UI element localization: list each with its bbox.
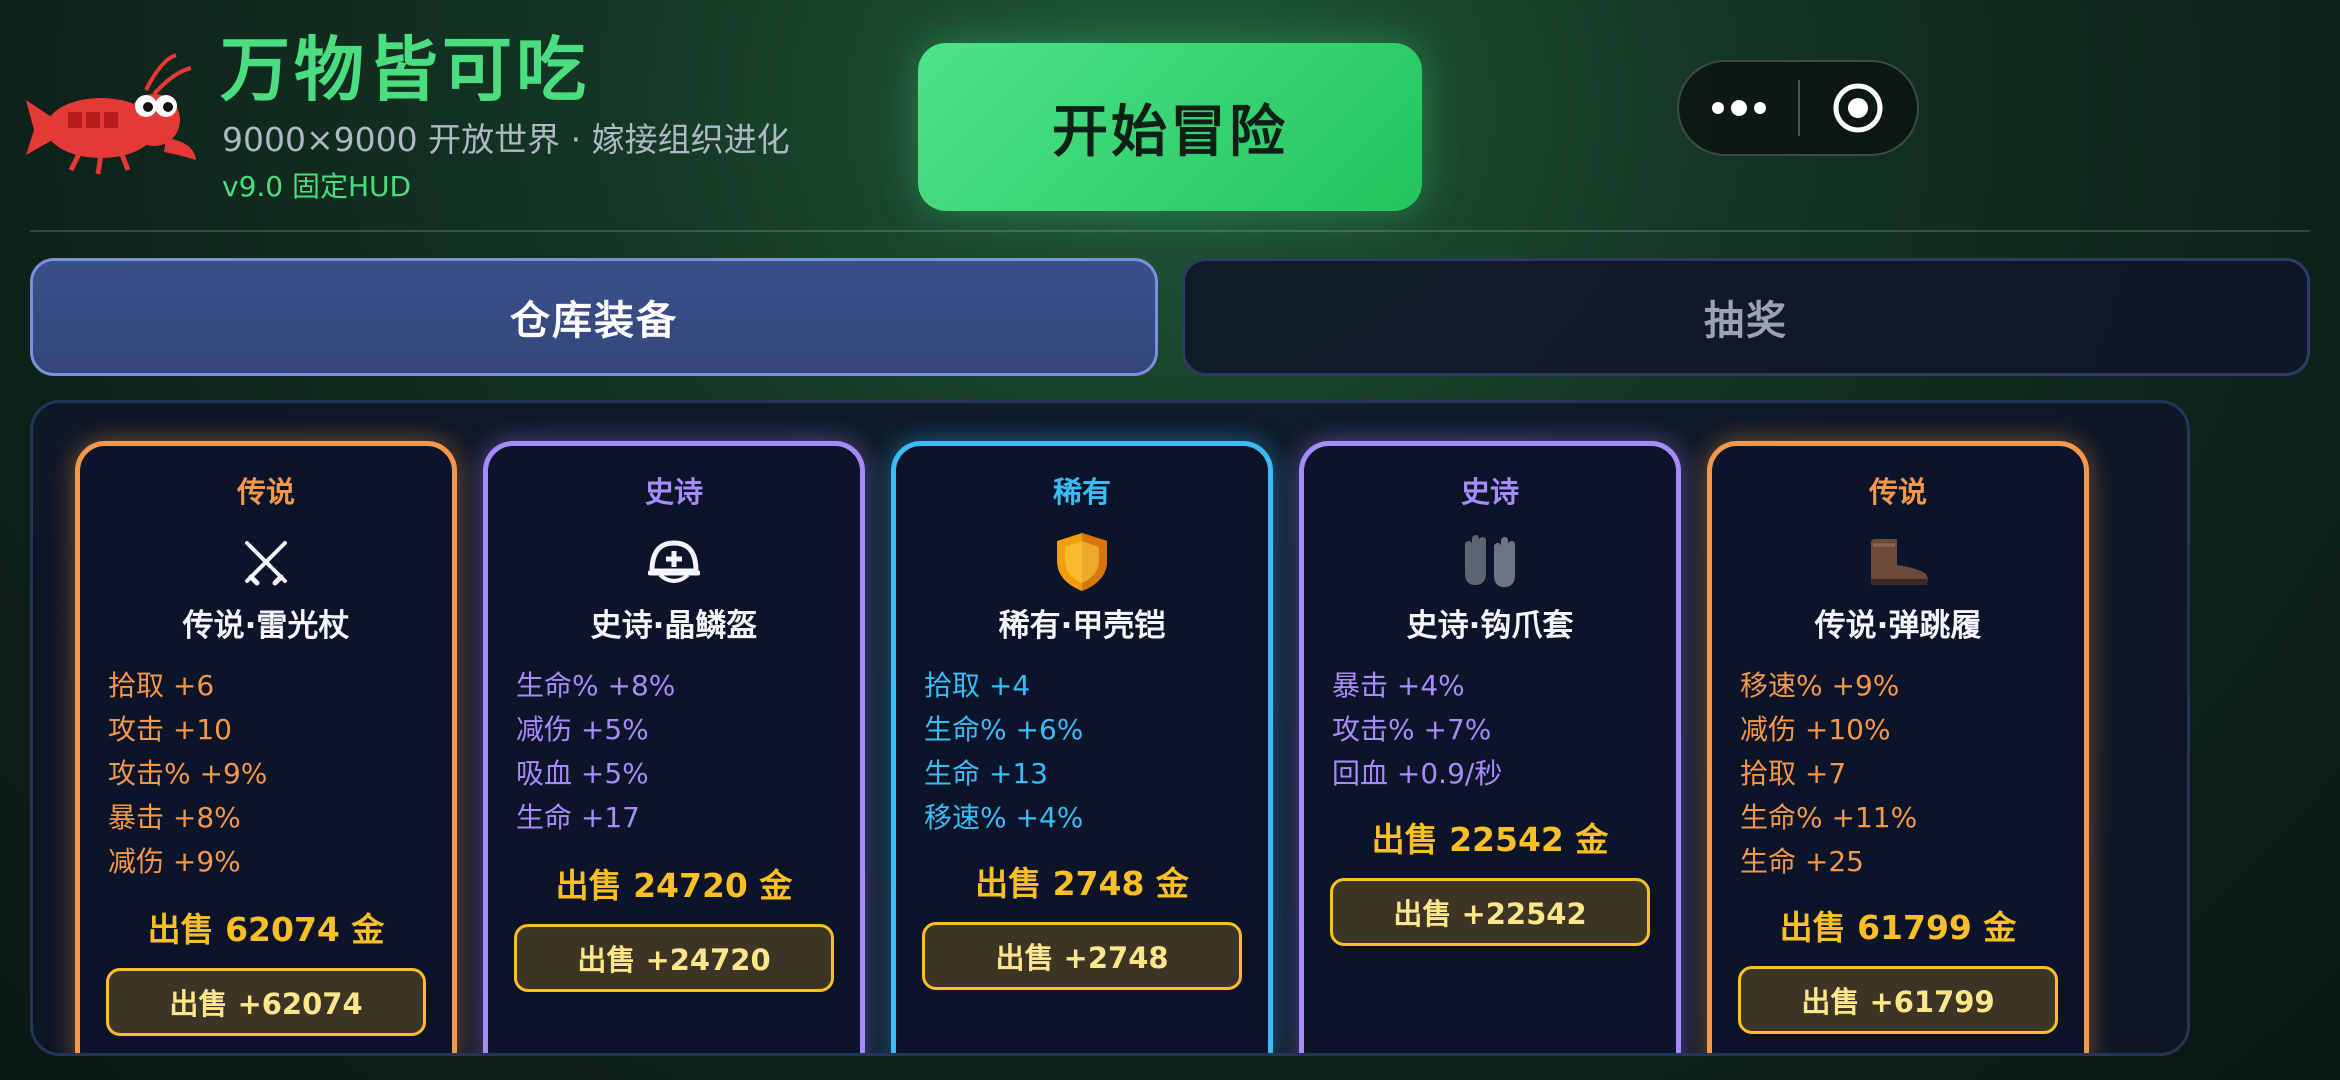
stat-line: 减伤 +10% xyxy=(1740,713,1891,746)
equipment-card: 传说 传说·雷光杖 拾取 +6 攻击 +10 攻击% +9% 暴击 +8% 减伤… xyxy=(75,441,457,1053)
rarity-label: 传说 xyxy=(1868,475,1927,509)
sell-button[interactable]: 出售 +62074 xyxy=(106,968,426,1036)
sell-price: 出售 61799 金 xyxy=(1779,908,2017,947)
item-name: 传说·雷光杖 xyxy=(182,608,350,644)
sell-price: 出售 2748 金 xyxy=(975,864,1189,903)
stat-line: 吸血 +5% xyxy=(516,757,649,790)
item-name: 史诗·钩爪套 xyxy=(1406,608,1574,644)
inventory-panel: 传说 传说·雷光杖 拾取 +6 攻击 +10 攻击% +9% 暴击 +8% 减伤… xyxy=(30,400,2190,1056)
rarity-label: 传说 xyxy=(236,475,295,509)
stats-list: 生命% +8% 减伤 +5% 吸血 +5% 生命 +17 xyxy=(516,664,840,840)
sell-button[interactable]: 出售 +24720 xyxy=(514,924,834,992)
item-name: 史诗·晶鳞盔 xyxy=(590,608,758,644)
tab-lottery[interactable]: 抽奖 xyxy=(1182,258,2310,376)
equipment-card: 史诗 史诗·晶鳞盔 生命% +8% 减伤 +5% 吸血 +5% 生命 +17 出… xyxy=(483,441,865,1053)
stat-line: 攻击% +7% xyxy=(1332,713,1492,746)
stat-line: 移速% +9% xyxy=(1740,669,1900,702)
equipment-card: 史诗 史诗·钩爪套 暴击 +4% 攻击% +7% 回血 +0.9/秒 出售 22… xyxy=(1299,441,1681,1053)
start-adventure-button[interactable]: 开始冒险 xyxy=(918,43,1422,211)
sell-price: 出售 22542 金 xyxy=(1371,820,1609,859)
item-name: 稀有·甲壳铠 xyxy=(998,608,1166,644)
equipment-card: 稀有 稀有·甲壳铠 拾取 +4 生命% +6% 生命 +13 移速% +4% 出… xyxy=(891,441,1273,1053)
sell-button[interactable]: 出售 +22542 xyxy=(1330,878,1650,946)
more-button[interactable] xyxy=(1679,62,1798,154)
stat-line: 减伤 +9% xyxy=(108,845,241,878)
header: 万物皆可吃 9000×9000 开放世界 · 嫁接组织进化 v9.0 固定HUD… xyxy=(0,0,2340,232)
stat-line: 生命% +6% xyxy=(924,713,1084,746)
stat-line: 生命 +25 xyxy=(1740,845,1864,878)
stat-line: 回血 +0.9/秒 xyxy=(1332,757,1503,790)
shield-icon xyxy=(896,532,1268,592)
gloves-icon xyxy=(1304,532,1676,592)
lobster-icon xyxy=(26,53,196,175)
stat-line: 减伤 +5% xyxy=(516,713,649,746)
sell-price: 出售 24720 金 xyxy=(555,866,793,905)
stat-line: 移速% +4% xyxy=(924,801,1084,834)
stats-list: 移速% +9% 减伤 +10% 拾取 +7 生命% +11% 生命 +25 xyxy=(1740,664,2064,884)
game-title: 万物皆可吃 xyxy=(220,29,590,111)
sell-price: 出售 62074 金 xyxy=(147,910,385,949)
stat-line: 生命 +13 xyxy=(924,757,1048,790)
stat-line: 生命% +11% xyxy=(1740,801,1918,834)
stat-line: 生命% +8% xyxy=(516,669,676,702)
mini-program-capsule xyxy=(1677,60,1919,156)
stat-line: 暴击 +4% xyxy=(1332,669,1465,702)
rarity-label: 稀有 xyxy=(1052,475,1111,509)
rescue-helmet-icon xyxy=(488,532,860,592)
stat-line: 拾取 +6 xyxy=(108,669,215,702)
stat-line: 拾取 +7 xyxy=(1740,757,1847,790)
more-dots-icon xyxy=(1711,100,1766,116)
stat-line: 攻击% +9% xyxy=(108,757,268,790)
crossed-swords-icon xyxy=(80,532,452,592)
stat-line: 暴击 +8% xyxy=(108,801,241,834)
stats-list: 拾取 +4 生命% +6% 生命 +13 移速% +4% xyxy=(924,664,1248,840)
rarity-label: 史诗 xyxy=(644,475,703,509)
stats-list: 暴击 +4% 攻击% +7% 回血 +0.9/秒 xyxy=(1332,664,1656,796)
stat-line: 生命 +17 xyxy=(516,801,640,834)
version-label: v9.0 固定HUD xyxy=(222,170,412,203)
equipment-card: 传说 传说·弹跳履 移速% +9% 减伤 +10% 拾取 +7 生命% +11%… xyxy=(1707,441,2089,1053)
target-close-icon xyxy=(1833,83,1883,133)
sell-button[interactable]: 出售 +2748 xyxy=(922,922,1242,990)
tab-inventory[interactable]: 仓库装备 xyxy=(30,258,1158,376)
rarity-label: 史诗 xyxy=(1460,475,1519,509)
item-name: 传说·弹跳履 xyxy=(1814,608,1982,644)
stat-line: 拾取 +4 xyxy=(924,669,1031,702)
close-button[interactable] xyxy=(1800,62,1917,154)
sell-button[interactable]: 出售 +61799 xyxy=(1738,966,2058,1034)
game-subtitle: 9000×9000 开放世界 · 嫁接组织进化 xyxy=(222,120,790,159)
stat-line: 攻击 +10 xyxy=(108,713,232,746)
stats-list: 拾取 +6 攻击 +10 攻击% +9% 暴击 +8% 减伤 +9% xyxy=(108,664,432,884)
boot-icon xyxy=(1712,532,2084,592)
header-divider xyxy=(30,230,2310,232)
